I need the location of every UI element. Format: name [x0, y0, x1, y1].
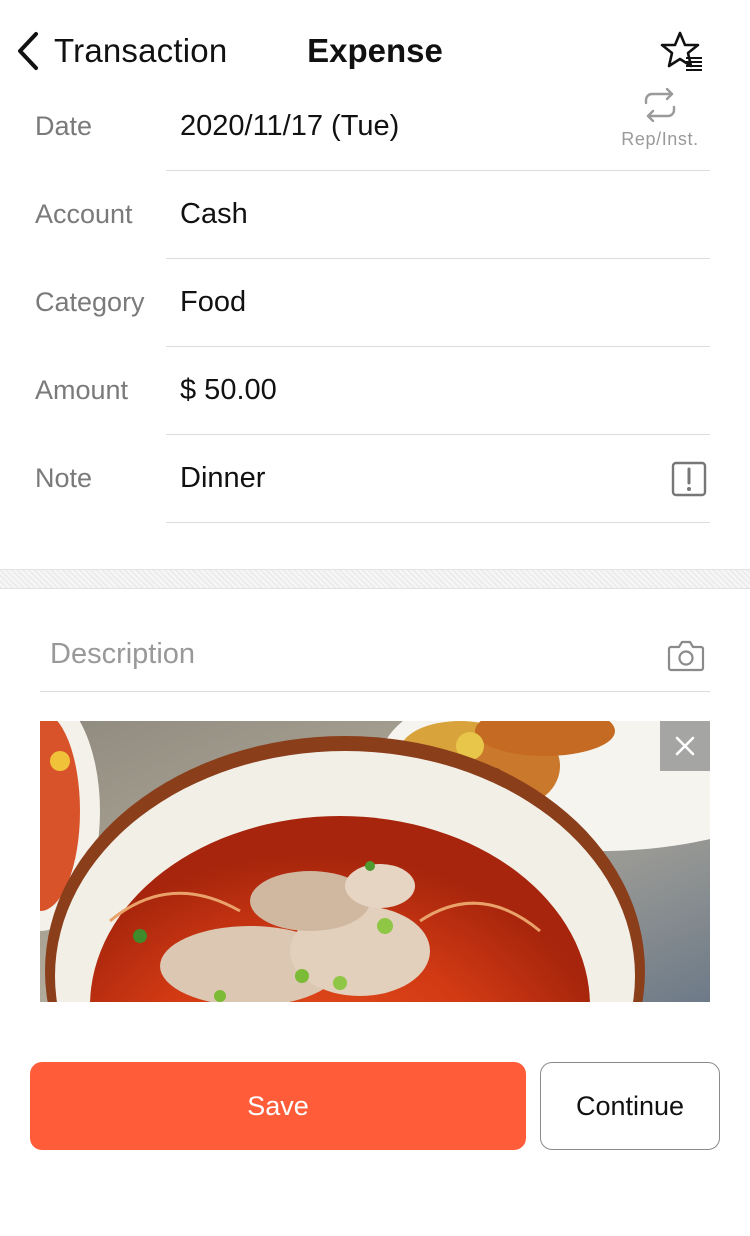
- star-list-icon: [660, 31, 702, 71]
- repeat-installment-button[interactable]: Rep/Inst.: [610, 87, 710, 158]
- camera-icon: [667, 640, 705, 672]
- repeat-caption: Rep/Inst.: [621, 129, 699, 149]
- account-value[interactable]: Cash: [180, 171, 248, 259]
- back-label: Transaction: [54, 32, 228, 69]
- note-value[interactable]: Dinner: [180, 435, 265, 523]
- note-history-button[interactable]: [671, 461, 707, 497]
- description-input[interactable]: [50, 628, 650, 680]
- camera-button[interactable]: [667, 638, 705, 672]
- favorites-button[interactable]: [658, 28, 708, 74]
- note-row[interactable]: Note Dinner: [0, 435, 750, 523]
- date-label: Date: [35, 111, 93, 141]
- account-label: Account: [35, 199, 133, 229]
- attachment-photo[interactable]: [40, 721, 710, 1002]
- alert-square-icon: [671, 461, 707, 497]
- note-label: Note: [35, 463, 93, 493]
- category-value[interactable]: Food: [180, 259, 246, 347]
- section-separator: [0, 569, 750, 589]
- amount-label: Amount: [35, 375, 129, 405]
- food-photo: [40, 721, 710, 1002]
- close-icon: [675, 736, 695, 756]
- continue-button[interactable]: Continue: [540, 1062, 720, 1150]
- amount-row[interactable]: Amount $ 50.00: [0, 347, 750, 435]
- category-label: Category: [35, 287, 145, 317]
- date-value[interactable]: 2020/11/17 (Tue): [180, 83, 399, 171]
- chevron-left-icon: [18, 32, 38, 70]
- divider: [40, 691, 710, 692]
- remove-photo-button[interactable]: [660, 721, 710, 771]
- repeat-icon: [644, 87, 676, 123]
- save-button[interactable]: Save: [30, 1062, 526, 1150]
- back-button[interactable]: Transaction: [14, 28, 244, 74]
- category-row[interactable]: Category Food: [0, 259, 750, 347]
- account-row[interactable]: Account Cash: [0, 171, 750, 259]
- divider: [166, 522, 710, 523]
- amount-value[interactable]: $ 50.00: [180, 347, 277, 435]
